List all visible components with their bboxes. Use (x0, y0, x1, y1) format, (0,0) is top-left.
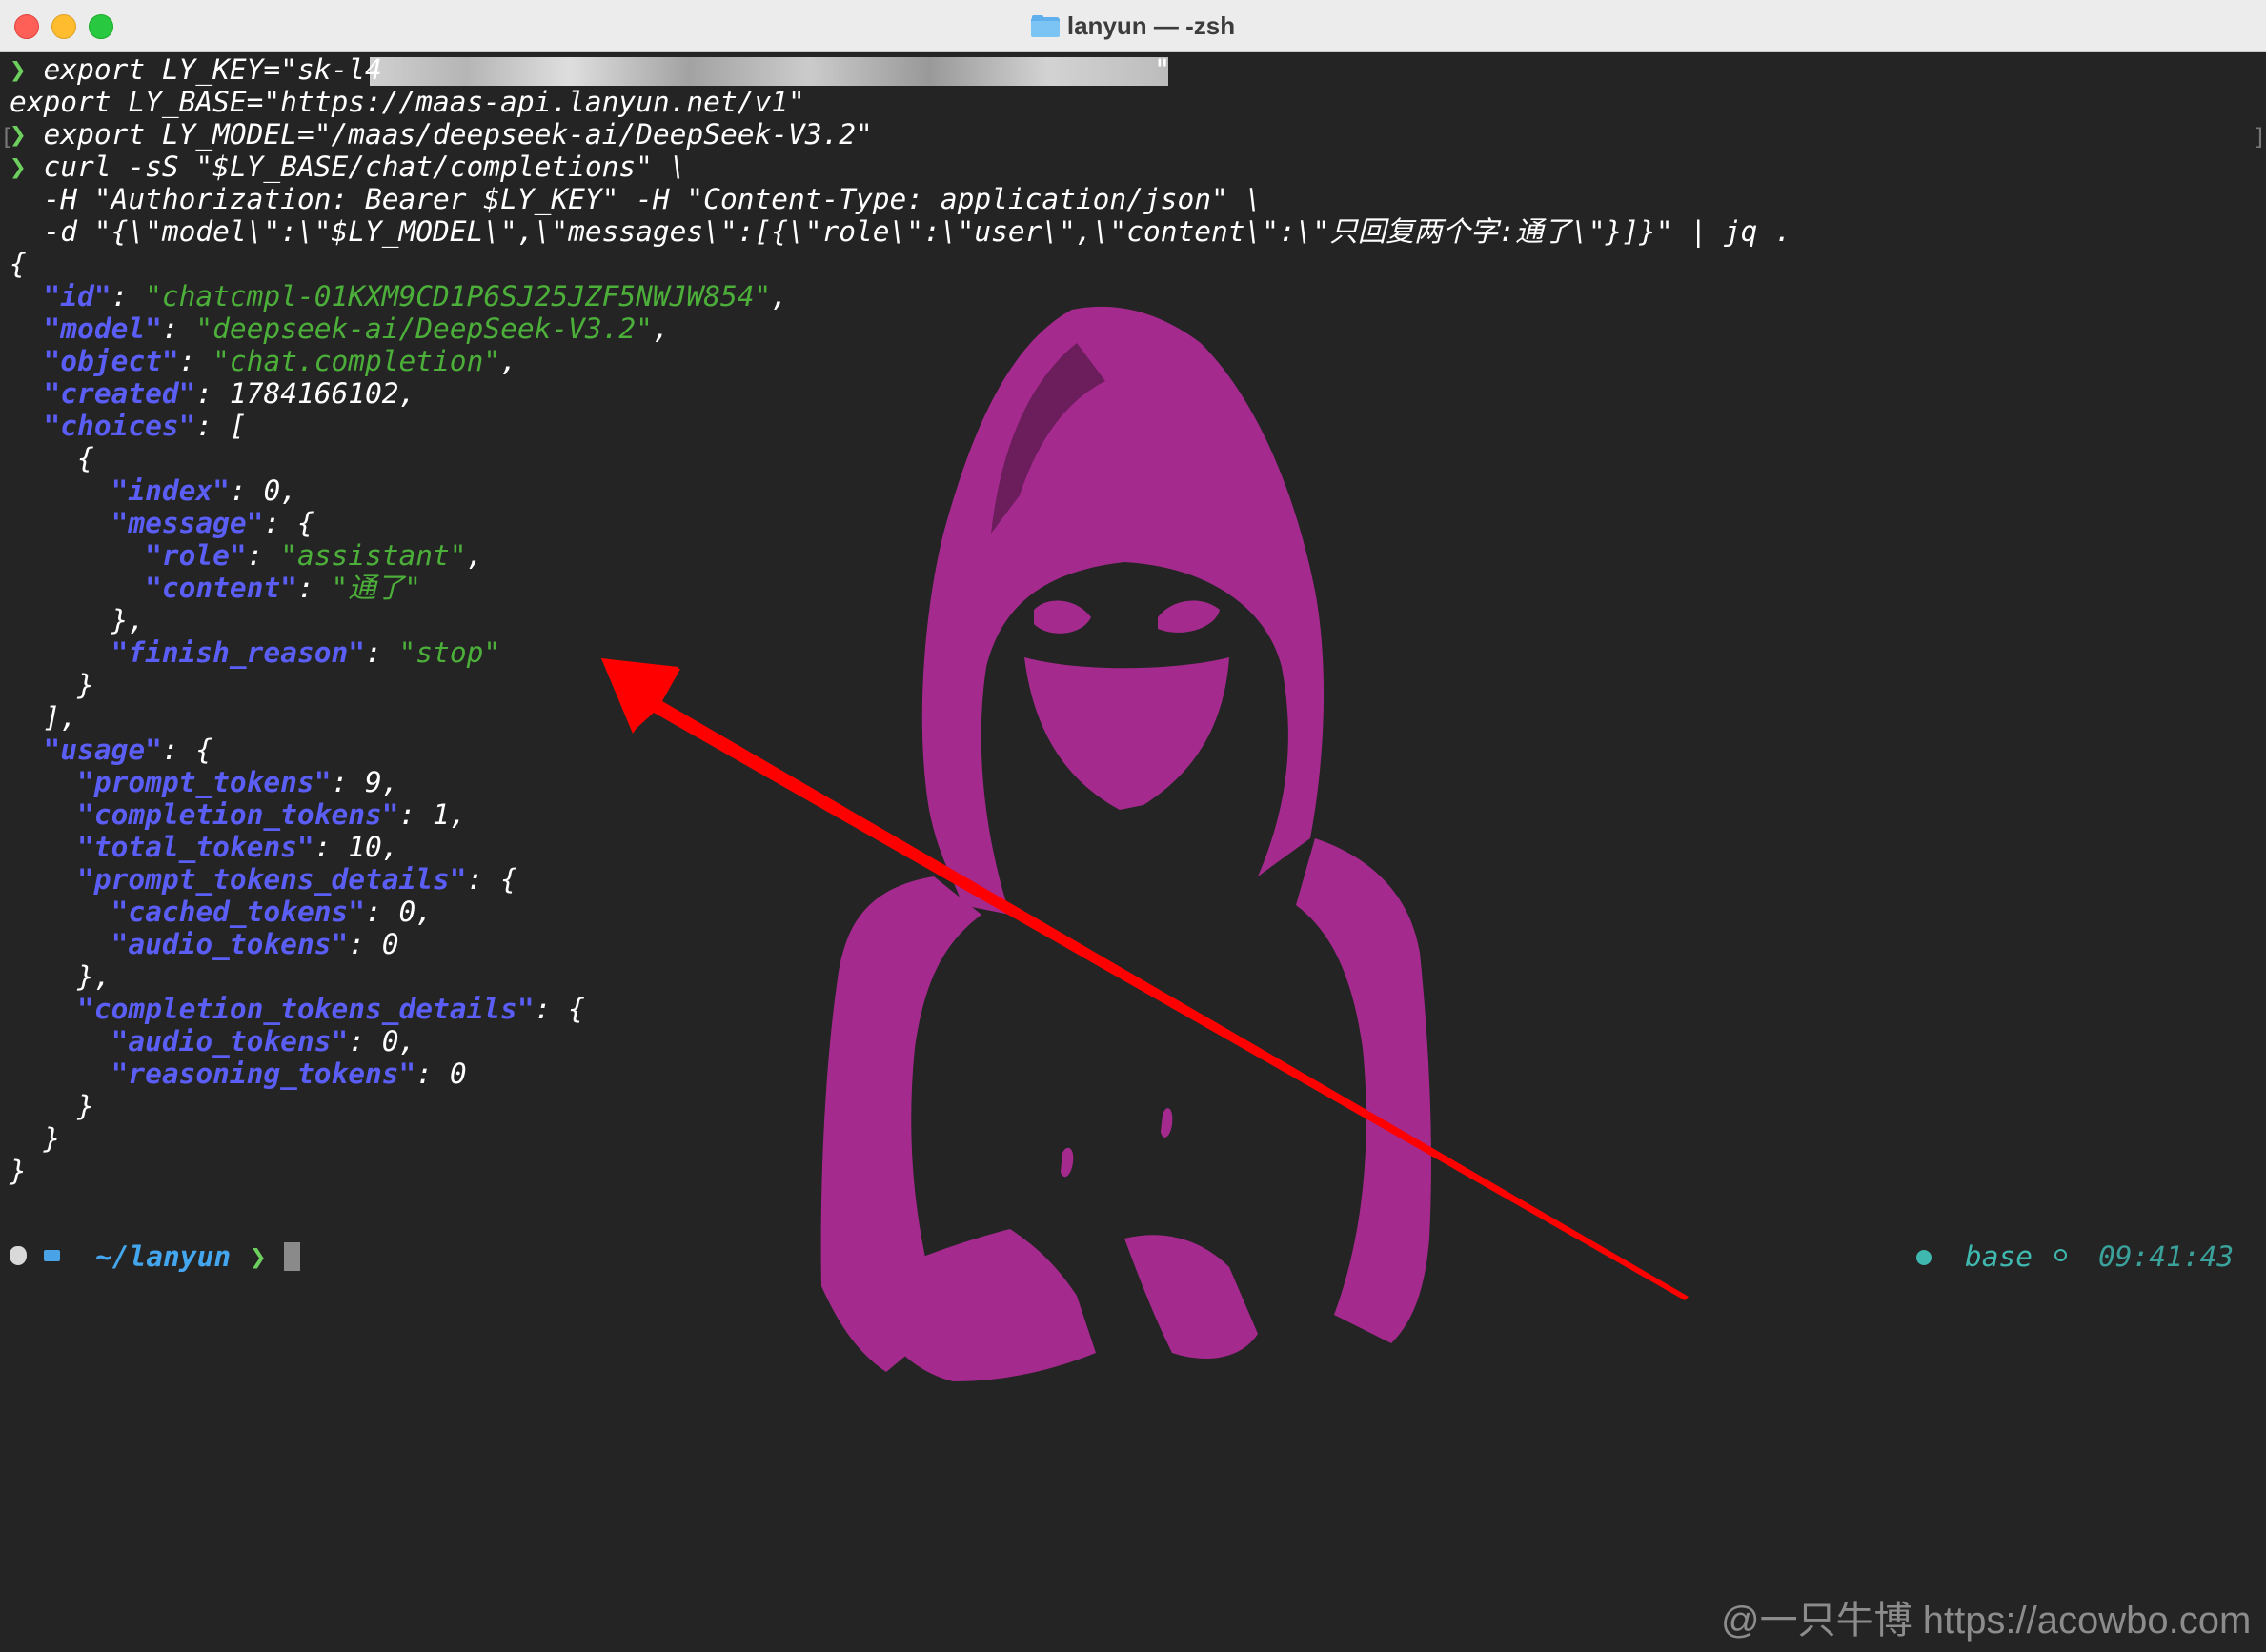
json-brace: ], (10, 701, 78, 734)
json-row-completion-tokens: "completion_tokens": 1, (77, 798, 467, 831)
watermark: @一只牛博 https://acowbo.com (1721, 1600, 2252, 1642)
json-value: 9 (365, 766, 382, 798)
json-row-completion-tokens-details: "completion_tokens_details": { (77, 993, 585, 1025)
command-line-6: -d "{\"model\":\"$LY_MODEL\",\"messages\… (10, 215, 1791, 248)
json-row-model: "model": "deepseek-ai/DeepSeek-V3.2", (43, 312, 670, 345)
json-row-message: "message": { (111, 507, 314, 539)
prompt-symbol: ❯ (10, 151, 27, 183)
folder-open-icon (44, 1250, 60, 1261)
command-line-4: ❯ curl -sS "$LY_BASE/chat/completions" \ (10, 151, 686, 183)
json-row-created: "created": 1784166102, (43, 377, 416, 410)
json-key: "object" (43, 345, 179, 377)
json-row-prompt-tokens: "prompt_tokens": 9, (77, 766, 399, 798)
json-key: "cached_tokens" (111, 896, 365, 928)
command-line-3: ❯ export LY_MODEL="/maas/deepseek-ai/Dee… (10, 118, 873, 151)
json-key: "audio_tokens" (111, 928, 349, 960)
json-row-finish-reason: "finish_reason": "stop" (111, 636, 501, 669)
json-value: 1784166102 (229, 377, 399, 410)
apple-icon (10, 1246, 27, 1265)
json-row-role: "role": "assistant", (145, 539, 484, 572)
json-value: "通了" (331, 572, 422, 604)
json-value: 0 (263, 474, 281, 507)
clock-icon (2054, 1249, 2067, 1261)
json-key: "created" (43, 377, 196, 410)
prompt-chevron: ❯ (250, 1240, 267, 1273)
json-key: "model" (43, 312, 162, 345)
json-key: "usage" (43, 734, 162, 766)
json-brace: } (10, 669, 94, 701)
json-open: { (10, 248, 27, 280)
json-value: "chat.completion" (212, 345, 501, 377)
json-value: 0 (381, 1025, 399, 1058)
json-key: "finish_reason" (111, 636, 365, 669)
command-tail: " (1153, 53, 1171, 86)
terminal-output[interactable]: ❯ export LY_KEY="sk-l4 " export LY_BASE="… (10, 53, 2258, 1616)
json-key: "prompt_tokens_details" (77, 863, 467, 896)
command-line-1: ❯ export LY_KEY="sk-l4 " (10, 53, 1171, 86)
json-row-audio-tokens-2: "audio_tokens": 0, (111, 1025, 416, 1058)
json-key: "completion_tokens" (77, 798, 399, 831)
command-line-5: -H "Authorization: Bearer $LY_KEY" -H "C… (10, 183, 1263, 215)
json-row-content: "content": "通了" (145, 572, 422, 604)
json-brace: } (10, 1090, 94, 1122)
json-brace: { (10, 442, 94, 474)
conda-env-name: base (1965, 1240, 2033, 1273)
prompt-symbol: ❯ (10, 118, 27, 151)
json-key: "message" (111, 507, 264, 539)
current-directory: ~/lanyun (95, 1240, 232, 1273)
prompt-time: 09:41:43 (2098, 1240, 2235, 1273)
json-value: 0 (398, 896, 416, 928)
json-value: "deepseek-ai/DeepSeek-V3.2" (195, 312, 653, 345)
json-value: 0 (381, 928, 399, 960)
json-brace: }, (10, 960, 111, 993)
command-line-2: export LY_BASE="https://maas-api.lanyun.… (10, 86, 805, 118)
json-row-reasoning-tokens: "reasoning_tokens": 0 (111, 1058, 467, 1090)
command-text: export LY_KEY="sk-l4 (43, 53, 382, 86)
json-value: "stop" (398, 636, 501, 669)
json-row-prompt-tokens-details: "prompt_tokens_details": { (77, 863, 517, 896)
json-brace: } (10, 1122, 61, 1155)
json-value: 0 (449, 1058, 467, 1090)
json-key: "choices" (43, 410, 196, 442)
json-key: "total_tokens" (77, 831, 314, 863)
json-key: "id" (43, 280, 111, 312)
json-row-audio-tokens: "audio_tokens": 0 (111, 928, 399, 960)
terminal-window: lanyun — -zsh [ ] ❯ export LY_KEY="sk-l4… (0, 0, 2266, 1652)
shell-prompt[interactable]: ~/lanyun ❯ base 09:41:43 (10, 1239, 2258, 1275)
command-text: curl -sS "$LY_BASE/chat/completions" \ (43, 151, 687, 183)
json-value: "chatcmpl-01KXM9CD1P6SJ25JZF5NWJW854" (145, 280, 772, 312)
json-key: "content" (145, 572, 297, 604)
json-key: "role" (145, 539, 247, 572)
prompt-symbol: ❯ (10, 53, 27, 86)
json-row-cached-tokens: "cached_tokens": 0, (111, 896, 434, 928)
json-key: "index" (111, 474, 230, 507)
json-row-id: "id": "chatcmpl-01KXM9CD1P6SJ25JZF5NWJW8… (43, 280, 789, 312)
command-text: export LY_MODEL="/maas/deepseek-ai/DeepS… (43, 118, 873, 151)
json-row-usage: "usage": { (43, 734, 213, 766)
json-value: 1 (433, 798, 450, 831)
json-row-choices: "choices": [ (43, 410, 247, 442)
json-value: 10 (348, 831, 382, 863)
json-brace: }, (10, 604, 146, 636)
conda-env-icon (1916, 1250, 1932, 1265)
json-key: "audio_tokens" (111, 1025, 349, 1058)
json-value: "assistant" (280, 539, 467, 572)
json-key: "prompt_tokens" (77, 766, 332, 798)
json-key: "completion_tokens_details" (77, 993, 535, 1025)
json-row-index: "index": 0, (111, 474, 297, 507)
json-close: } (10, 1155, 27, 1187)
json-row-object: "object": "chat.completion", (43, 345, 517, 377)
json-key: "reasoning_tokens" (111, 1058, 416, 1090)
json-row-total-tokens: "total_tokens": 10, (77, 831, 399, 863)
text-cursor[interactable] (284, 1242, 300, 1271)
